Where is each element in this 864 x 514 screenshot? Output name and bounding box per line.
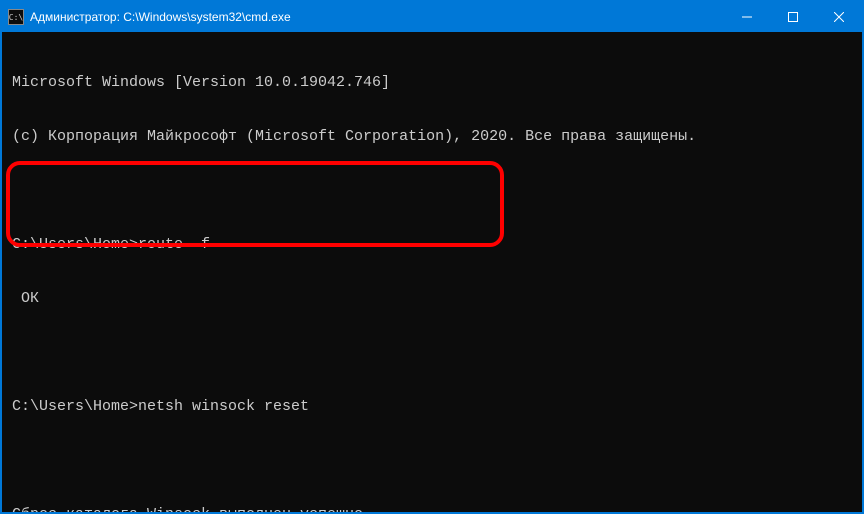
output-line	[12, 344, 852, 362]
output-line: Microsoft Windows [Version 10.0.19042.74…	[12, 74, 852, 92]
output-line: C:\Users\Home>route -f	[12, 236, 852, 254]
cmd-icon: C:\	[8, 9, 24, 25]
window-title: Администратор: C:\Windows\system32\cmd.e…	[30, 10, 724, 24]
output-line	[12, 182, 852, 200]
minimize-button[interactable]	[724, 2, 770, 32]
titlebar[interactable]: C:\ Администратор: C:\Windows\system32\c…	[2, 2, 862, 32]
output-line: (c) Корпорация Майкрософт (Microsoft Cor…	[12, 128, 852, 146]
maximize-button[interactable]	[770, 2, 816, 32]
output-line	[12, 452, 852, 470]
terminal-output[interactable]: Microsoft Windows [Version 10.0.19042.74…	[2, 32, 862, 512]
window-controls	[724, 2, 862, 32]
output-line: ОК	[12, 290, 852, 308]
output-line: C:\Users\Home>netsh winsock reset	[12, 398, 852, 416]
command-prompt-window: C:\ Администратор: C:\Windows\system32\c…	[0, 0, 864, 514]
client-area: Microsoft Windows [Version 10.0.19042.74…	[2, 32, 862, 512]
close-button[interactable]	[816, 2, 862, 32]
output-line: Сброс каталога Winsock выполнен успешно.	[12, 506, 852, 512]
